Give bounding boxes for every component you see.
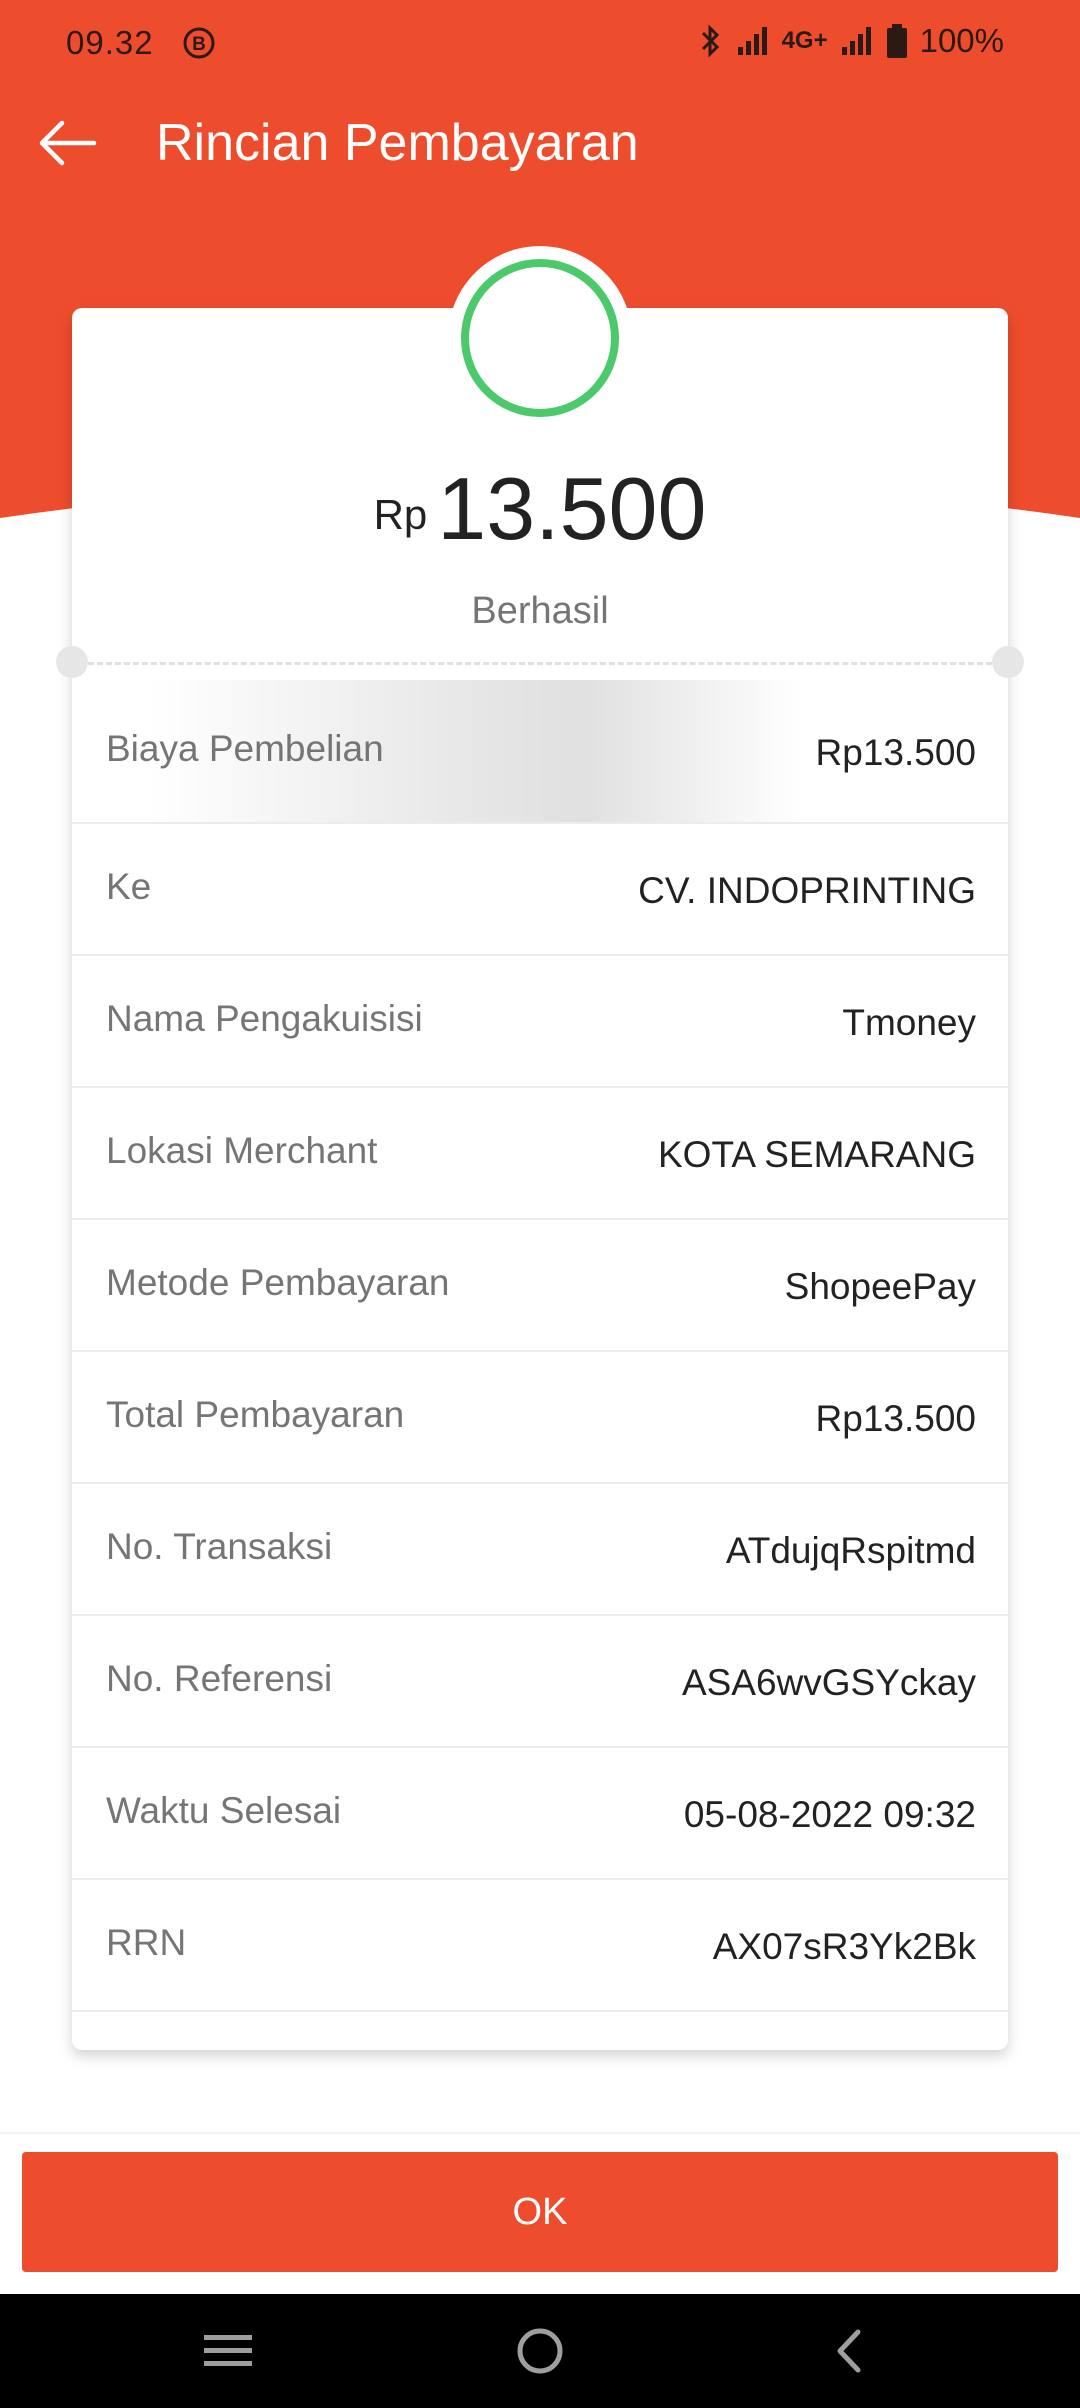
network-type: 4G+: [781, 27, 828, 54]
detail-value: ATdujqRspitmd: [725, 1530, 976, 1571]
battery-icon: [886, 24, 907, 58]
notification-b-icon: B: [183, 27, 215, 59]
signal-2-icon: [841, 27, 871, 55]
detail-label: Waktu Selesai: [106, 1790, 342, 1831]
detail-label: Total Pembayaran: [106, 1394, 405, 1435]
recents-button[interactable]: [188, 2316, 268, 2386]
payment-details-screen: 09.32 B 4G+ 100% Rincian Pembayaran Rp 1…: [0, 0, 1080, 2408]
bottom-action-bar: OK: [0, 2132, 1080, 2296]
detail-value: AX07sR3Yk2Bk: [712, 1926, 976, 1967]
ticket-notch-right: [992, 646, 1024, 678]
home-circle-icon: [517, 2328, 563, 2374]
receipt-card: Rp 13.500 Berhasil Biaya Pembelian Rp13.5…: [56, 246, 1024, 2050]
detail-row-purchase-fee: Biaya Pembelian Rp13.500: [72, 680, 1008, 824]
amount-value: 13.500: [437, 459, 707, 558]
status-time: 09.32: [66, 24, 154, 61]
detail-label: Nama Pengakuisisi: [106, 998, 423, 1039]
menu-icon: [204, 2335, 252, 2366]
status-circle-container: [448, 246, 632, 430]
chevron-left-icon: [837, 2329, 861, 2373]
detail-row-payment-method: Metode Pembayaran ShopeePay: [72, 1220, 1008, 1352]
detail-row-acquirer: Nama Pengakuisisi Tmoney: [72, 956, 1008, 1088]
arrow-left-icon: [39, 120, 97, 166]
app-bar: Rincian Pembayaran: [0, 90, 1080, 194]
page-title: Rincian Pembayaran: [156, 114, 639, 172]
detail-label: Biaya Pembelian: [106, 728, 384, 769]
system-back-button[interactable]: [808, 2316, 888, 2386]
dashed-divider: [88, 662, 992, 665]
system-nav-bar: [0, 2294, 1080, 2408]
detail-value: Tmoney: [842, 1002, 976, 1043]
detail-row-merchant-location: Lokasi Merchant KOTA SEMARANG: [72, 1088, 1008, 1220]
detail-value: 05-08-2022 09:32: [683, 1794, 976, 1835]
home-button[interactable]: [500, 2316, 580, 2386]
detail-value: CV. INDOPRINTING: [638, 870, 976, 911]
detail-value: ShopeePay: [784, 1266, 976, 1307]
detail-row-total: Total Pembayaran Rp13.500: [72, 1352, 1008, 1484]
detail-label: RRN: [106, 1922, 187, 1963]
detail-label: Ke: [106, 866, 152, 907]
detail-label: No. Referensi: [106, 1658, 333, 1699]
detail-label: Metode Pembayaran: [106, 1262, 450, 1303]
status-icons: 4G+ 100%: [698, 22, 1004, 60]
amount-currency: Rp: [373, 491, 428, 538]
detail-label: No. Transaksi: [106, 1526, 333, 1567]
detail-row-recipient: Ke CV. INDOPRINTING: [72, 824, 1008, 956]
detail-value: Rp13.500: [815, 1398, 976, 1439]
detail-row-reference-no: No. Referensi ASA6wvGSYckay: [72, 1616, 1008, 1748]
detail-value: KOTA SEMARANG: [658, 1134, 976, 1175]
back-button[interactable]: [32, 108, 102, 178]
status-bar: 09.32 B 4G+ 100%: [0, 0, 1080, 90]
detail-row-completion-time: Waktu Selesai 05-08-2022 09:32: [72, 1748, 1008, 1880]
detail-value: Rp13.500: [815, 732, 976, 773]
ticket-notch-left: [56, 646, 88, 678]
detail-value: ASA6wvGSYckay: [681, 1662, 976, 1703]
detail-row-transaction-no: No. Transaksi ATdujqRspitmd: [72, 1484, 1008, 1616]
success-circle-icon: [461, 259, 619, 417]
battery-level: 100%: [919, 22, 1004, 59]
amount: Rp 13.500: [72, 458, 1008, 560]
bluetooth-icon: [701, 24, 719, 58]
signal-icon: [737, 27, 767, 55]
svg-text:B: B: [192, 34, 206, 55]
payment-status: Berhasil: [471, 590, 609, 632]
ok-button[interactable]: OK: [22, 2152, 1058, 2272]
detail-row-rrn: RRN AX07sR3Yk2Bk: [72, 1880, 1008, 2012]
details-list: Biaya Pembelian Rp13.500 Ke CV. INDOPRIN…: [72, 680, 1008, 2012]
detail-label: Lokasi Merchant: [106, 1130, 378, 1171]
